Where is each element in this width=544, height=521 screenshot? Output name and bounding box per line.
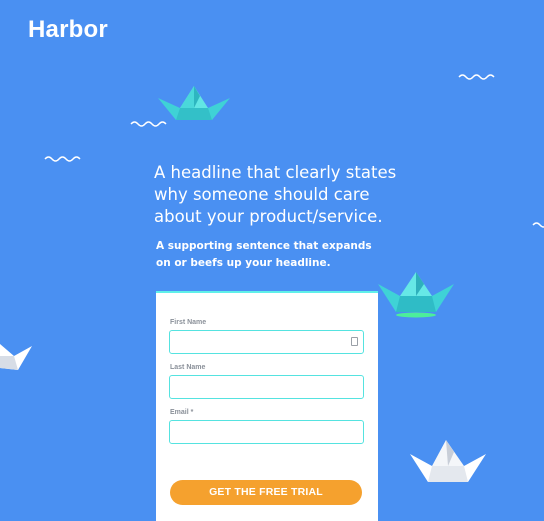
wave-icon	[44, 156, 81, 162]
last-name-field[interactable]	[169, 375, 364, 399]
get-free-trial-button[interactable]: GET THE FREE TRIAL	[170, 480, 362, 505]
hero-headline: A headline that clearly states why someo…	[154, 163, 397, 226]
email-field[interactable]	[169, 420, 364, 444]
first-name-field[interactable]	[169, 330, 364, 354]
paper-boat-icon	[0, 344, 32, 370]
last-name-label: Last Name	[170, 364, 206, 371]
paper-boat-icon	[410, 440, 486, 482]
brand-logo[interactable]: Harbor	[28, 16, 108, 44]
autofill-icon[interactable]	[351, 337, 358, 346]
paper-boat-icon	[158, 86, 230, 120]
paper-boat-icon	[378, 272, 454, 318]
wave-icon	[458, 74, 495, 80]
hero-supporting-text: A supporting sentence that expands on or…	[156, 240, 372, 269]
signup-form: First Name Last Name Email * GET THE FRE…	[156, 291, 378, 521]
email-label: Email *	[170, 409, 194, 416]
first-name-label: First Name	[170, 319, 207, 326]
wave-icon	[532, 222, 544, 228]
